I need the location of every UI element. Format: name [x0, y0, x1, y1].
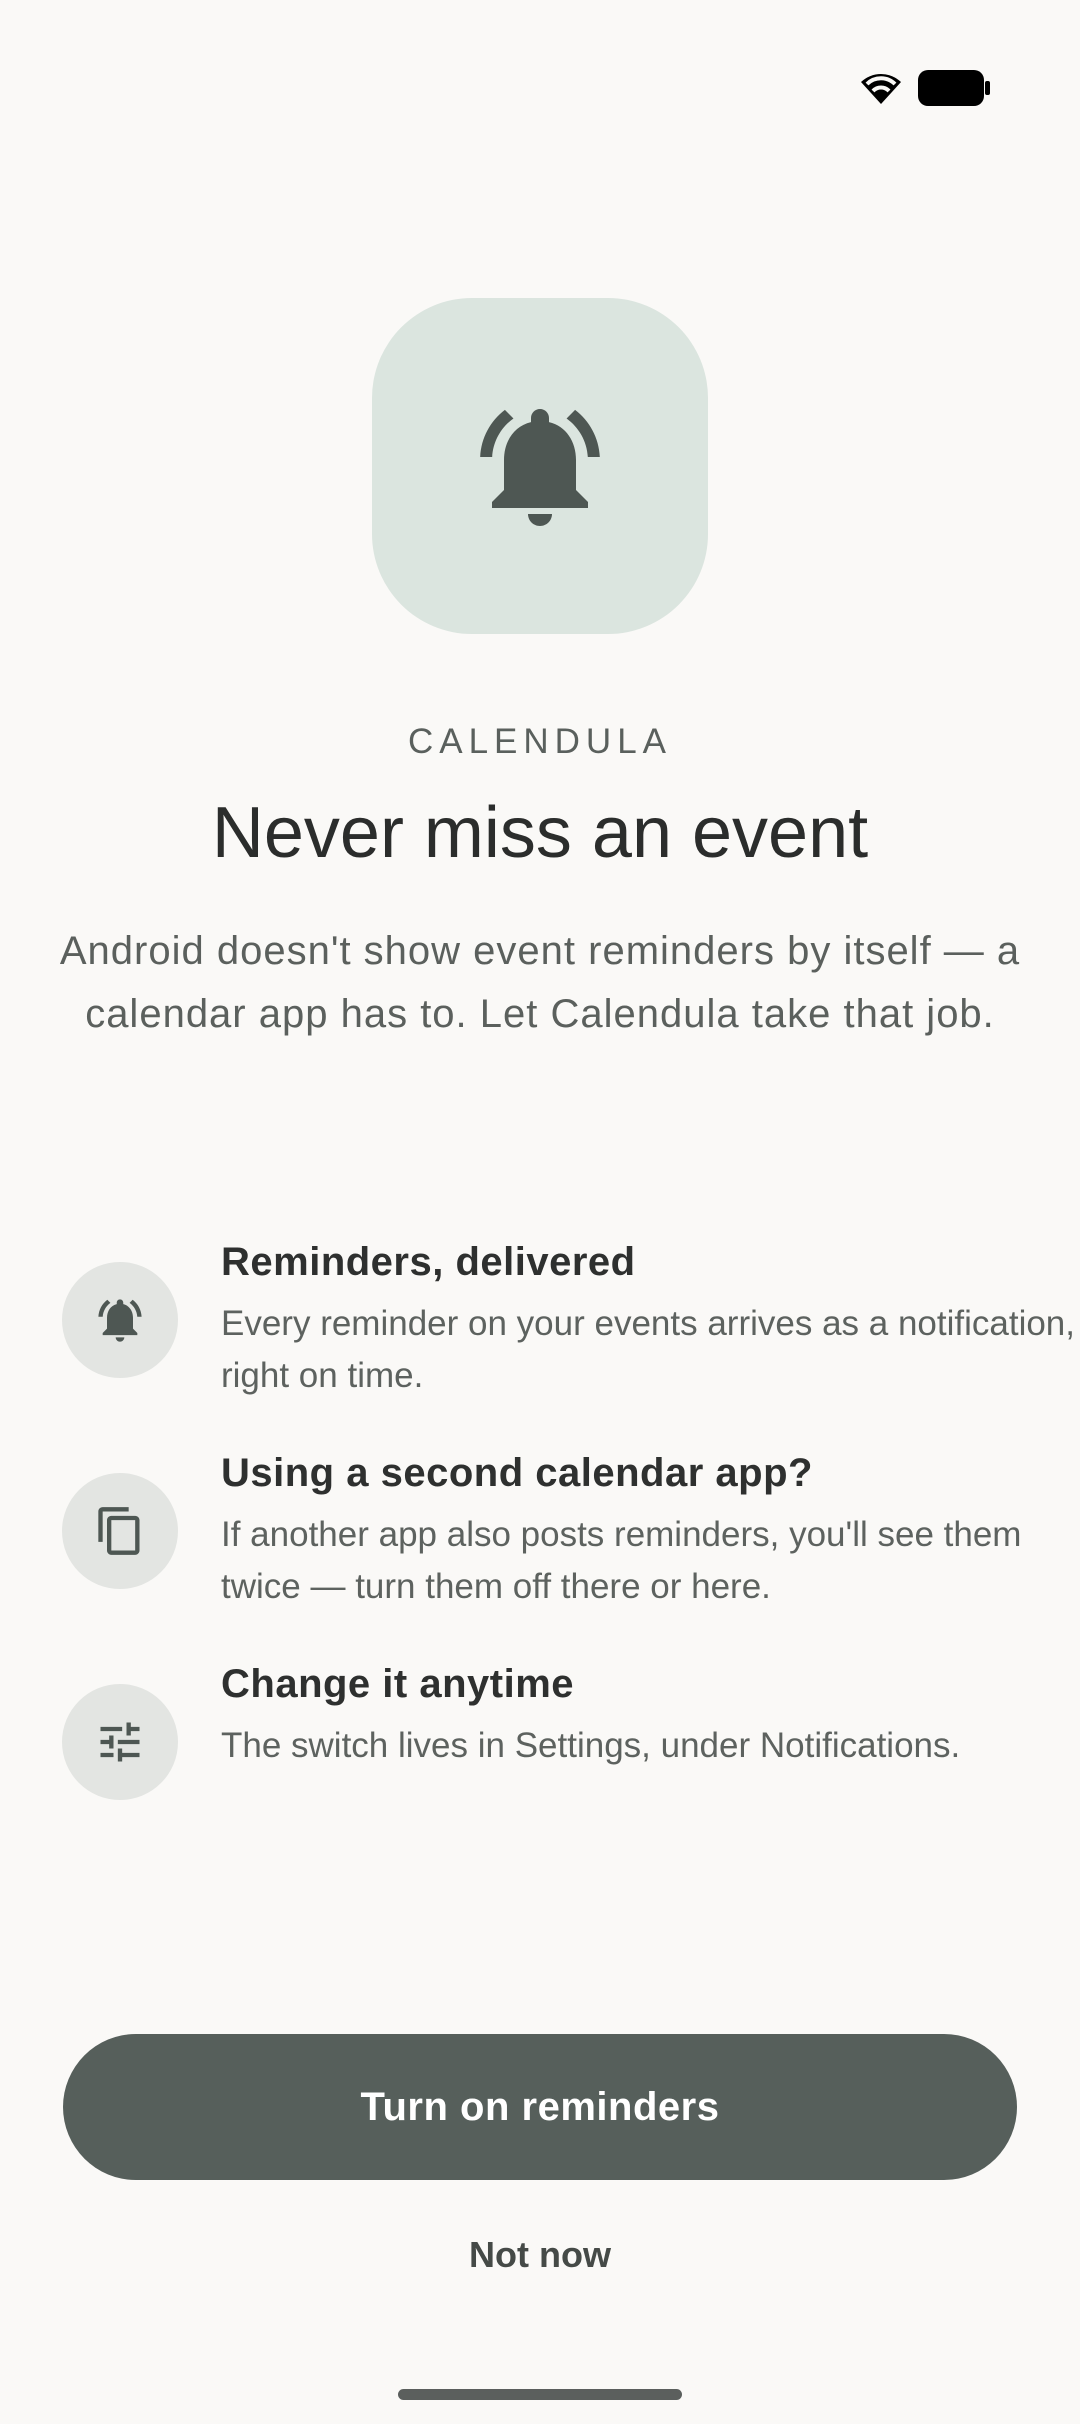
- bell-ringing-icon: [480, 409, 600, 526]
- bell-ringing-icon: [98, 1299, 142, 1342]
- intro-text: Android doesn't show event reminders by …: [59, 929, 1021, 1036]
- hero-icon-tile: [372, 298, 708, 634]
- status-bar: [0, 0, 1080, 130]
- feature-title: Using a second calendar app?: [221, 1451, 813, 1495]
- feature-description: The switch lives in Settings, under Noti…: [221, 1726, 961, 1765]
- page-title: Never miss an event: [211, 793, 869, 873]
- wifi-icon: [861, 74, 901, 104]
- turn-on-reminders-button[interactable]: Turn on reminders: [63, 2034, 1017, 2180]
- feature-title: Reminders, delivered: [221, 1240, 636, 1284]
- not-now-button[interactable]: Not now: [390, 2220, 690, 2290]
- feature-description: Every reminder on your events arrives as…: [221, 1304, 1075, 1395]
- copy-icon: [98, 1507, 140, 1555]
- home-indicator[interactable]: [398, 2389, 682, 2400]
- app-name: CALENDULA: [407, 722, 673, 761]
- battery-icon: [918, 70, 990, 106]
- sliders-icon: [100, 1722, 140, 1762]
- feature-icon-circle: [62, 1684, 178, 1800]
- feature-title: Change it anytime: [221, 1662, 575, 1706]
- feature-icon-circle: [62, 1473, 178, 1589]
- feature-icon-circle: [62, 1262, 178, 1378]
- feature-description: If another app also posts reminders, you…: [221, 1515, 1022, 1606]
